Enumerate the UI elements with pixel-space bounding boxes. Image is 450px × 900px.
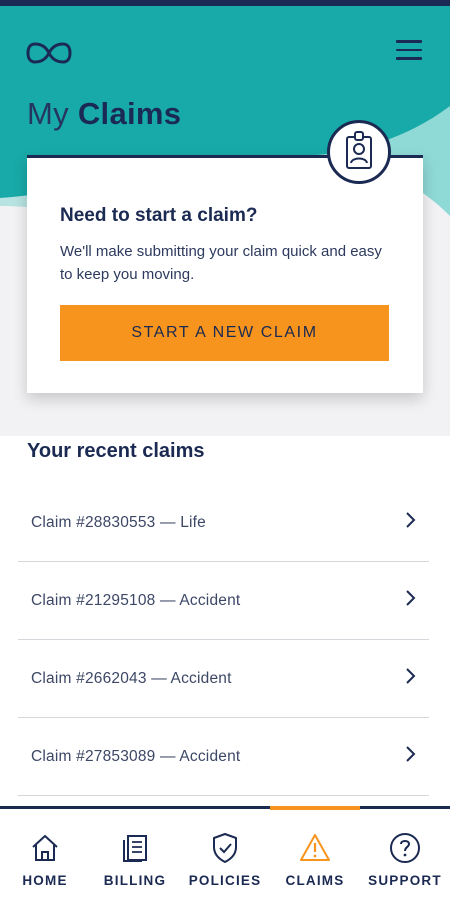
bottom-nav: HOME BILLING POLICIES CLAIMS SUPPORT	[0, 806, 450, 900]
shield-icon	[213, 833, 237, 863]
claim-row[interactable]: Claim #2662043 — Accident	[18, 640, 429, 718]
chevron-right-icon	[406, 746, 416, 762]
home-icon	[32, 835, 58, 861]
claim-row[interactable]: Claim #27853089 — Accident	[18, 718, 429, 796]
nav-label-policies: POLICIES	[188, 873, 262, 888]
page-title-light: My	[27, 96, 69, 131]
chevron-right-icon	[406, 512, 416, 528]
help-icon	[390, 833, 420, 863]
claim-row[interactable]: Claim #28830553 — Life	[18, 484, 429, 562]
page-title: My Claims	[27, 96, 181, 132]
nav-label-home: HOME	[22, 873, 68, 888]
start-new-claim-button[interactable]: START A NEW CLAIM	[60, 305, 389, 361]
nav-item-billing[interactable]: BILLING	[90, 809, 180, 900]
nav-item-claims[interactable]: CLAIMS	[270, 809, 360, 900]
card-description: We'll make submitting your claim quick a…	[60, 243, 382, 283]
nav-label-support: SUPPORT	[368, 873, 442, 888]
start-claim-card: Need to start a claim? We'll make submit…	[27, 155, 423, 393]
nav-item-home[interactable]: HOME	[0, 809, 90, 900]
brand-logo[interactable]	[26, 40, 72, 66]
billing-icon	[123, 835, 147, 862]
claim-row[interactable]: Claim #21295108 — Accident	[18, 562, 429, 640]
claim-label: Claim #21295108 — Accident	[31, 592, 241, 609]
claim-badge-icon	[327, 120, 391, 184]
nav-label-claims: CLAIMS	[285, 873, 345, 888]
menu-icon[interactable]	[396, 40, 426, 62]
claim-label: Claim #2662043 — Accident	[31, 670, 232, 687]
claim-label: Claim #27853089 — Accident	[31, 748, 241, 765]
chevron-right-icon	[406, 668, 416, 684]
page-title-bold: Claims	[77, 96, 182, 131]
claims-list: Claim #28830553 — Life Claim #21295108 —…	[0, 484, 450, 806]
card-title: Need to start a claim?	[60, 205, 258, 226]
claim-label: Claim #28830553 — Life	[31, 514, 207, 531]
nav-label-billing: BILLING	[103, 873, 167, 888]
nav-item-support[interactable]: SUPPORT	[360, 809, 450, 900]
recent-claims-title: Your recent claims	[27, 440, 205, 462]
chevron-right-icon	[406, 590, 416, 606]
warning-icon	[300, 834, 330, 861]
nav-item-policies[interactable]: POLICIES	[180, 809, 270, 900]
